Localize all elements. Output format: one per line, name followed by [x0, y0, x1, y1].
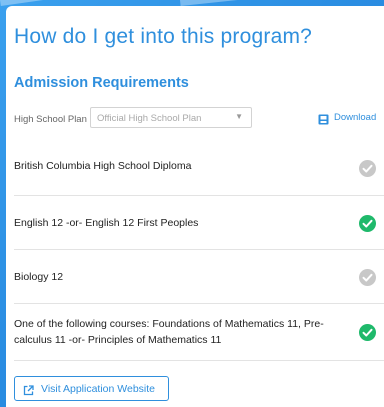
high-school-plan-label: High School Plan — [14, 114, 87, 125]
download-link[interactable]: Download — [318, 110, 376, 124]
requirement-row: English 12 -or- English 12 First Peoples — [14, 196, 384, 250]
check-circle-icon — [359, 324, 376, 341]
check-circle-gray-icon — [359, 160, 376, 177]
requirement-text: British Columbia High School Diploma — [14, 160, 192, 172]
check-circle-gray-icon — [359, 269, 376, 286]
download-label: Download — [334, 111, 377, 123]
requirement-row: British Columbia High School Diploma — [14, 142, 384, 196]
requirement-row: One of the following courses: Foundation… — [14, 304, 384, 361]
visit-button-label: Visit Application Website — [41, 382, 156, 395]
visit-application-website-button[interactable]: Visit Application Website — [14, 376, 169, 401]
requirement-text: English 12 -or- English 12 First Peoples — [14, 217, 199, 229]
external-link-icon — [23, 383, 34, 396]
check-circle-icon — [359, 215, 376, 232]
chevron-down-icon: ▼ — [235, 112, 243, 121]
requirement-row: Biology 12 — [14, 250, 384, 304]
high-school-plan-select[interactable]: Official High School Plan ▼ — [90, 107, 252, 128]
program-admission-card: How do I get into this program? Admissio… — [6, 6, 384, 407]
admission-requirements-heading: Admission Requirements — [14, 75, 189, 91]
requirement-text: Biology 12 — [14, 271, 64, 283]
requirements-list: British Columbia High School Diploma Eng… — [6, 142, 384, 361]
page-title: How do I get into this program? — [14, 25, 313, 48]
requirement-text: One of the following courses: Foundation… — [14, 318, 324, 346]
download-icon — [318, 112, 329, 124]
plan-select-value: Official High School Plan — [97, 113, 202, 124]
